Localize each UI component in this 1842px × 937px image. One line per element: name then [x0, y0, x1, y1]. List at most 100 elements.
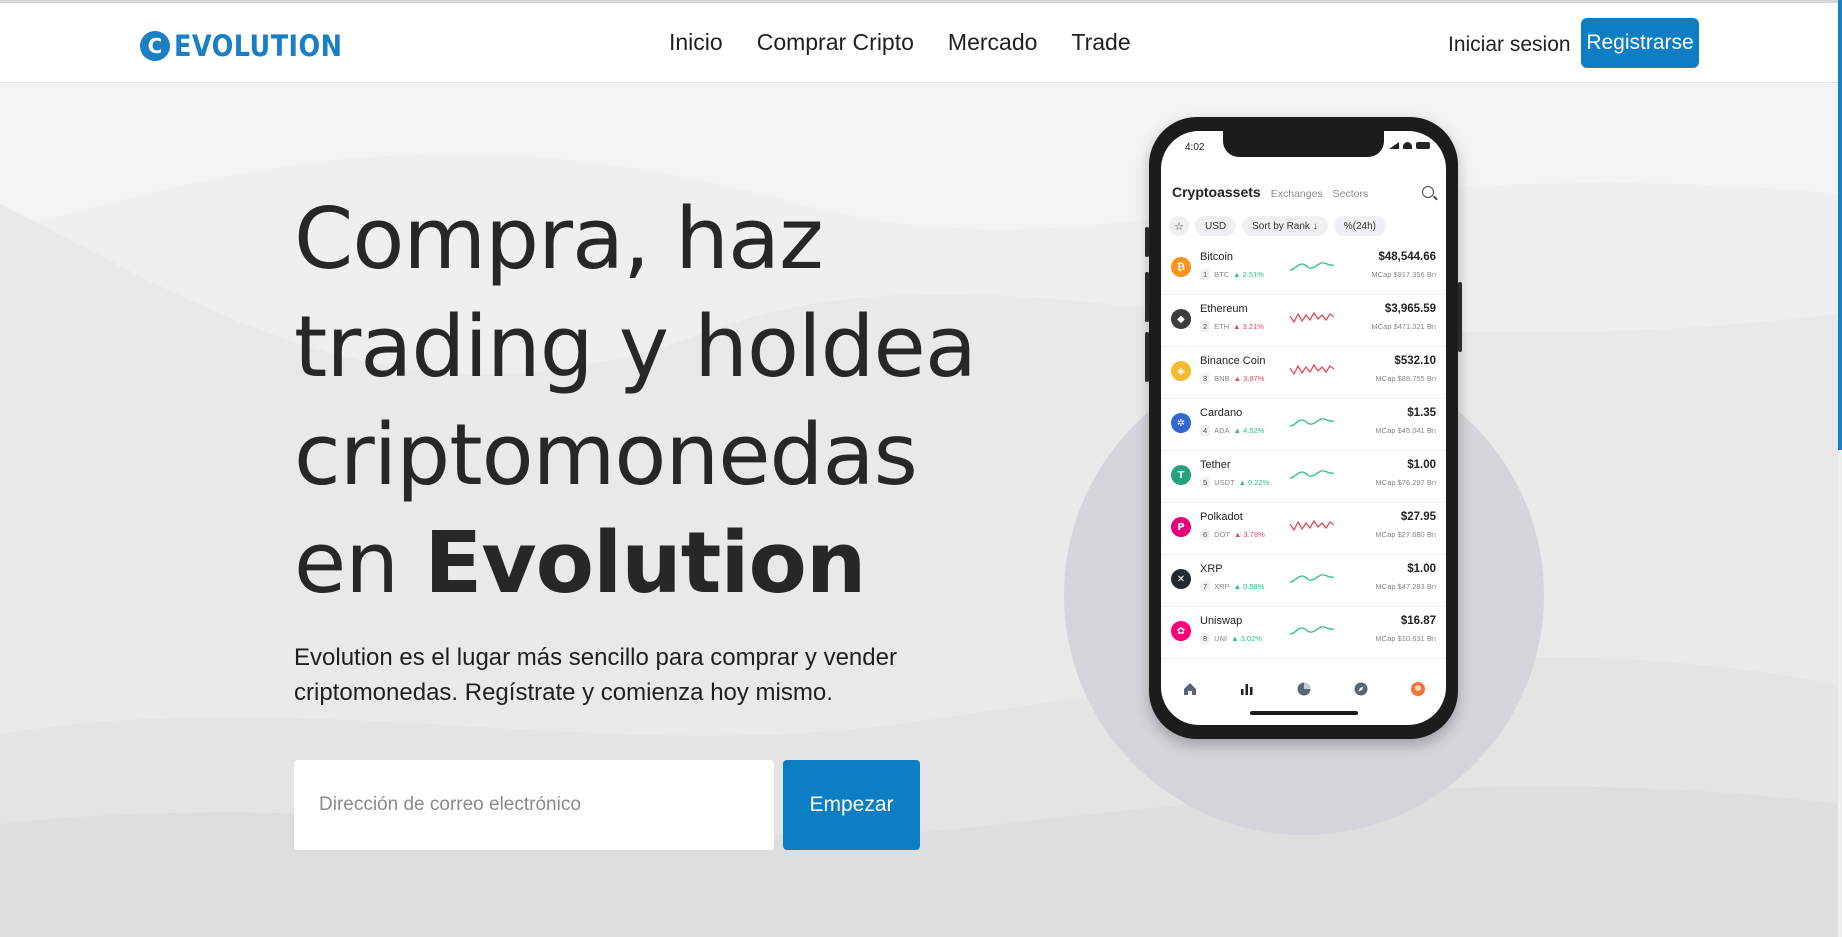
coin-sparkline	[1289, 519, 1335, 532]
coin-price: $1.35	[1407, 407, 1436, 419]
coin-change: ▲ 0.22%	[1238, 478, 1270, 487]
battery-icon	[1416, 142, 1430, 149]
coin-change: ▲ 3.21%	[1233, 322, 1264, 331]
start-button[interactable]: Empezar	[783, 760, 920, 850]
headline-prefix: en	[294, 514, 399, 613]
coin-meta: 6 DOT ▲ 3.78%	[1200, 529, 1265, 540]
coin-row[interactable]: ✲ Cardano 4 ADA ▲ 4.52% $1.35 MCap $45.041 Bn	[1161, 399, 1446, 451]
coin-row[interactable]: ✕ XRP 7 XRP ▲ 0.58% $1.00 MCap $47.283 Bn	[1161, 555, 1446, 607]
home-indicator	[1250, 711, 1358, 715]
hero-section: Compra, haz trading y holdea criptomoned…	[0, 84, 1838, 937]
coin-price: $27.95	[1400, 511, 1436, 523]
coin-name: Polkadot	[1200, 511, 1243, 523]
chip-change-24h: %(24h)	[1333, 216, 1386, 236]
coin-change: ▲ 3.02%	[1231, 634, 1262, 643]
coin-row[interactable]: ✿ Uniswap 8 UNI ▲ 3.02% $16.87 MCap $10.631 Bn	[1161, 607, 1446, 659]
phone-notch	[1223, 131, 1384, 157]
coin-market-cap: MCap $917.356 Bn	[1371, 270, 1436, 279]
coin-sparkline	[1289, 470, 1335, 479]
coin-symbol: USDT	[1214, 478, 1235, 487]
coin-price: $16.87	[1400, 615, 1436, 627]
coin-symbol: UNI	[1214, 634, 1228, 643]
coin-row[interactable]: ₿ Bitcoin 1 BTC ▲ 2.51% $48,544.66 MCap $917.3…	[1161, 243, 1446, 295]
coin-change: ▲ 3.78%	[1234, 530, 1265, 539]
phone-power-button	[1458, 282, 1462, 352]
binance-coin-icon: ◈	[1171, 361, 1191, 381]
status-icons	[1389, 142, 1430, 149]
coin-row[interactable]: ◈ Binance Coin 3 BNB ▲ 3.87% $532.10 MCap $88.…	[1161, 347, 1446, 399]
coin-row[interactable]: P Polkadot 6 DOT ▲ 3.78% $27.95 MCap $27.680 B…	[1161, 503, 1446, 555]
coin-symbol: BNB	[1214, 374, 1230, 383]
coin-price: $532.10	[1394, 355, 1436, 367]
hero-subtext: Evolution es el lugar más sencillo para …	[294, 644, 897, 706]
coin-price: $48,544.66	[1378, 251, 1436, 263]
login-link[interactable]: Iniciar sesion	[1448, 33, 1571, 57]
coin-market-cap: MCap $471.321 Bn	[1371, 322, 1436, 331]
coin-market-cap: MCap $10.631 Bn	[1375, 634, 1436, 643]
nav-link-mercado[interactable]: Mercado	[948, 29, 1037, 56]
brand-logo[interactable]: C EVOLUTION	[140, 29, 365, 63]
coin-name: Cardano	[1200, 407, 1243, 419]
coin-name: Tether	[1200, 459, 1231, 471]
search-icon	[1422, 186, 1434, 198]
explore-compass-icon	[1353, 681, 1369, 697]
coin-change: ▲ 4.52%	[1233, 426, 1265, 435]
register-button[interactable]: Registrarse	[1581, 18, 1699, 68]
email-input[interactable]	[294, 760, 774, 850]
coin-symbol: ADA	[1214, 426, 1230, 435]
coin-market-cap: MCap $45.041 Bn	[1375, 426, 1436, 435]
headline-line-2: trading y holdea	[294, 298, 977, 397]
uniswap-icon: ✿	[1171, 621, 1191, 641]
cardano-icon: ✲	[1171, 413, 1191, 433]
phone-mockup: 4:02 Cryptoassets Exchanges Sectors ☆ US…	[1145, 117, 1462, 739]
brand-mark-icon: C	[140, 31, 170, 61]
app-tabs: Cryptoassets Exchanges Sectors	[1172, 184, 1368, 200]
ethereum-icon: ◆	[1171, 309, 1191, 329]
coin-market-cap: MCap $47.283 Bn	[1375, 582, 1436, 591]
coin-row[interactable]: T Tether 5 USDT ▲ 0.22% $1.00 MCap $76.297 Bn	[1161, 451, 1446, 503]
coin-rank: 7	[1200, 581, 1211, 592]
profile-avatar-icon	[1410, 681, 1426, 697]
coin-symbol: ETH	[1214, 322, 1230, 331]
coin-change: ▲ 2.51%	[1233, 270, 1264, 279]
coin-market-cap: MCap $88.755 Bn	[1375, 374, 1436, 383]
coin-rank: 4	[1200, 425, 1211, 436]
coin-symbol: BTC	[1214, 270, 1230, 279]
coin-price: $3,965.59	[1384, 303, 1436, 315]
polkadot-icon: P	[1171, 517, 1191, 537]
coin-name: Binance Coin	[1200, 355, 1266, 367]
coin-price: $1.00	[1407, 459, 1436, 471]
coin-market-cap: MCap $27.680 Bn	[1375, 530, 1436, 539]
phone-volume-down-button	[1145, 332, 1149, 382]
coin-market-cap: MCap $76.297 Bn	[1375, 478, 1436, 487]
coin-symbol: XRP	[1214, 582, 1230, 591]
tab-cryptoassets: Cryptoassets	[1172, 184, 1261, 200]
headline-line-3: criptomonedas	[294, 406, 918, 505]
main-nav: Inicio Comprar Cripto Mercado Trade	[669, 29, 1131, 56]
phone-side-button	[1145, 227, 1149, 257]
nav-link-trade[interactable]: Trade	[1071, 29, 1130, 56]
status-time: 4:02	[1185, 142, 1205, 153]
app-bottom-nav	[1161, 671, 1446, 707]
nav-link-comprar-cripto[interactable]: Comprar Cripto	[757, 29, 914, 56]
portfolio-pie-icon	[1296, 681, 1312, 697]
coin-symbol: DOT	[1214, 530, 1231, 539]
phone-screen: 4:02 Cryptoassets Exchanges Sectors ☆ US…	[1161, 131, 1446, 725]
coin-name: XRP	[1200, 563, 1223, 575]
home-icon	[1182, 681, 1198, 697]
coin-change: ▲ 0.58%	[1233, 582, 1265, 591]
coin-rank: 8	[1200, 633, 1211, 644]
coin-rank: 2	[1200, 321, 1211, 332]
coin-rank: 3	[1200, 373, 1211, 384]
coin-meta: 4 ADA ▲ 4.52%	[1200, 425, 1264, 436]
headline-line-4: en Evolution	[294, 510, 1014, 618]
market-chart-icon	[1239, 681, 1255, 697]
coin-name: Bitcoin	[1200, 251, 1234, 263]
page-scrollbar-thumb[interactable]	[1838, 0, 1842, 450]
coin-row[interactable]: ◆ Ethereum 2 ETH ▲ 3.21% $3,965.59 MCap $471.3…	[1161, 295, 1446, 347]
coin-meta: 1 BTC ▲ 2.51%	[1200, 269, 1264, 280]
chip-sort: Sort by Rank ↓	[1242, 216, 1328, 236]
nav-link-inicio[interactable]: Inicio	[669, 29, 723, 56]
wifi-icon	[1403, 142, 1412, 149]
coin-meta: 5 USDT ▲ 0.22%	[1200, 477, 1269, 488]
